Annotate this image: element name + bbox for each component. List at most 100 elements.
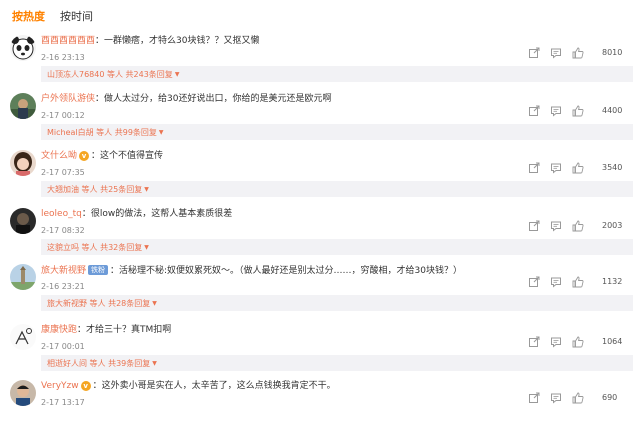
reply-summary-text: Micheal白胡 等人 共99条回复 [47, 128, 157, 137]
avatar[interactable] [10, 35, 36, 61]
comment-item: 文什么呦 v ：这个不值得宣传 2-17 07:35 3540 大翘加油 等人 共25条回… [0, 148, 641, 204]
thumbs-up-icon[interactable] [572, 105, 586, 119]
reply-summary-link[interactable]: 这貌立吗 等人 共32条回复 ▼ [47, 242, 149, 253]
comment-icon[interactable] [550, 105, 564, 119]
comment-text: ：这外卖小哥是实在人，太辛苦了，这么点钱换我肯定不干。 [92, 381, 336, 391]
share-icon[interactable] [528, 392, 542, 406]
like-count: 1064 [602, 337, 623, 346]
reply-summary: Micheal白胡 等人 共99条回复 ▼ [41, 124, 633, 140]
comment-date: 2-17 08:32 [41, 226, 85, 235]
reply-summary: 相逝好人间 等人 共39条回复 ▼ [41, 355, 633, 371]
reply-summary-link[interactable]: 旅大新视野 等人 共28条回复 ▼ [47, 298, 157, 309]
username[interactable]: 康康快跑 [41, 325, 77, 335]
comment-item: 康康快跑：才给三十？真TM扣啊 2-17 00:01 1064 相逝好人间 等人 共3… [0, 322, 641, 378]
comment-line: 康康快跑：才给三十？真TM扣啊 [41, 325, 171, 336]
reply-summary: 旅大新视野 等人 共28条回复 ▼ [41, 295, 633, 311]
comment-line: 文什么呦 v ：这个不值得宣传 [41, 151, 163, 162]
comment-text: ：一群懒瘩，才特么30块钱？？又抠又懒 [95, 36, 260, 46]
caret-down-icon: ▼ [152, 360, 157, 367]
caret-down-icon: ▼ [174, 71, 180, 78]
comment-actions: 3540 [528, 162, 633, 176]
thumbs-up-icon[interactable] [572, 392, 586, 406]
share-icon[interactable] [528, 47, 542, 61]
verified-badge-icon: v [79, 151, 90, 161]
reply-summary-link[interactable]: 相逝好人间 等人 共39条回复 ▼ [47, 358, 157, 369]
share-icon[interactable] [528, 220, 542, 234]
comment-text: ：这个不值得宣传 [91, 151, 164, 161]
like-count: 8010 [602, 48, 623, 57]
comment-date: 2-17 07:35 [41, 168, 85, 177]
comment-actions: 4400 [528, 105, 633, 119]
reply-summary-text: 山顶冻人76840 等人 共243条回复 [47, 70, 173, 79]
comment-actions: 1064 [528, 336, 633, 350]
comment-date: 2-16 23:13 [41, 53, 85, 62]
comment-actions: 8010 [528, 47, 633, 61]
share-icon[interactable] [528, 336, 542, 350]
comment-actions: 1132 [528, 276, 633, 290]
comment-line: 户外领队游侠：做人太过分，给30还好说出口，你给的是美元还是欧元啊 [41, 94, 331, 105]
share-icon[interactable] [528, 276, 542, 290]
share-icon[interactable] [528, 162, 542, 176]
comment-line: leoleo_tq：很low的做法，这帮人基本素质很差 [41, 209, 232, 220]
thumbs-up-icon[interactable] [572, 162, 586, 176]
comment-text: ：很low的做法，这帮人基本素质很差 [81, 209, 233, 219]
reply-summary: 山顶冻人76840 等人 共243条回复 ▼ [41, 66, 633, 82]
like-count: 1132 [602, 277, 623, 286]
like-count: 690 [602, 393, 618, 402]
comment-item: 酉酉酉酉酉酉：一群懒瘩，才特么30块钱？？又抠又懒 2-16 23:13 8010 山… [0, 33, 641, 89]
username[interactable]: 旅大新视野 [41, 266, 86, 276]
thumbs-up-icon[interactable] [572, 47, 586, 61]
comment-icon[interactable] [550, 162, 564, 176]
comment-date: 2-17 13:17 [41, 398, 85, 407]
comment-item: 户外领队游侠：做人太过分，给30还好说出口，你给的是美元还是欧元啊 2-17 00… [0, 91, 641, 147]
like-count: 3540 [602, 163, 623, 172]
share-icon[interactable] [528, 105, 542, 119]
reply-summary-text: 大翘加油 等人 共25条回复 [47, 185, 143, 194]
reply-summary-text: 相逝好人间 等人 共39条回复 [47, 359, 151, 368]
caret-down-icon: ▼ [144, 244, 149, 251]
tab-by-time[interactable]: 按时间 [60, 8, 93, 24]
comment-icon[interactable] [550, 276, 564, 290]
avatar[interactable] [10, 150, 36, 176]
reply-summary: 这貌立吗 等人 共32条回复 ▼ [41, 239, 633, 255]
comment-icon[interactable] [550, 47, 564, 61]
reply-summary-link[interactable]: 大翘加油 等人 共25条回复 ▼ [47, 184, 149, 195]
comment-date: 2-17 00:12 [41, 111, 85, 120]
reply-summary: 大翘加油 等人 共25条回复 ▼ [41, 181, 633, 197]
username[interactable]: 文什么呦 [41, 151, 77, 161]
reply-summary-link[interactable]: Micheal白胡 等人 共99条回复 ▼ [47, 127, 164, 138]
avatar[interactable] [10, 380, 36, 406]
comment-icon[interactable] [550, 392, 564, 406]
caret-down-icon: ▼ [152, 300, 157, 307]
thumbs-up-icon[interactable] [572, 336, 586, 350]
avatar[interactable] [10, 93, 36, 119]
like-count: 2003 [602, 221, 623, 230]
comment-actions: 690 [528, 392, 633, 406]
avatar[interactable] [10, 208, 36, 234]
avatar[interactable] [10, 264, 36, 290]
fan-badge: 铁粉 [88, 265, 109, 275]
thumbs-up-icon[interactable] [572, 220, 586, 234]
reply-summary-text: 旅大新视野 等人 共28条回复 [47, 299, 151, 308]
comment-item: leoleo_tq：很low的做法，这帮人基本素质很差 2-17 08:32 200… [0, 206, 641, 262]
comment-icon[interactable] [550, 220, 564, 234]
reply-summary-link[interactable]: 山顶冻人76840 等人 共243条回复 ▼ [47, 69, 179, 80]
comment-item: 旅大新视野 铁粉 ：活秘理不秘:奴便奴累死奴～。（做人最好还是别太过分……，穷酸相，… [0, 262, 641, 318]
like-count: 4400 [602, 106, 623, 115]
comment-icon[interactable] [550, 336, 564, 350]
comment-text: ：活秘理不秘:奴便奴累死奴～。（做人最好还是别太过分……，穷酸相，才给30块钱？… [110, 266, 463, 276]
avatar[interactable] [10, 324, 36, 350]
tab-by-hot[interactable]: 按热度 [12, 8, 45, 24]
comment-line: 酉酉酉酉酉酉：一群懒瘩，才特么30块钱？？又抠又懒 [41, 36, 259, 47]
username[interactable]: 户外领队游侠 [41, 94, 95, 104]
reply-summary-text: 这貌立吗 等人 共32条回复 [47, 243, 143, 252]
caret-down-icon: ▼ [158, 129, 164, 136]
verified-badge-icon: v [80, 381, 91, 391]
username[interactable]: VeryYzw [41, 381, 79, 391]
comment-date: 2-17 00:01 [41, 342, 85, 351]
comment-item: VeryYzw v ：这外卖小哥是实在人，太辛苦了，这么点钱换我肯定不干。 2-17 … [0, 378, 641, 434]
username[interactable]: 酉酉酉酉酉酉 [41, 36, 95, 46]
thumbs-up-icon[interactable] [572, 276, 586, 290]
username[interactable]: leoleo_tq [41, 209, 82, 219]
comment-text: ：做人太过分，给30还好说出口，你给的是美元还是欧元啊 [95, 94, 332, 104]
